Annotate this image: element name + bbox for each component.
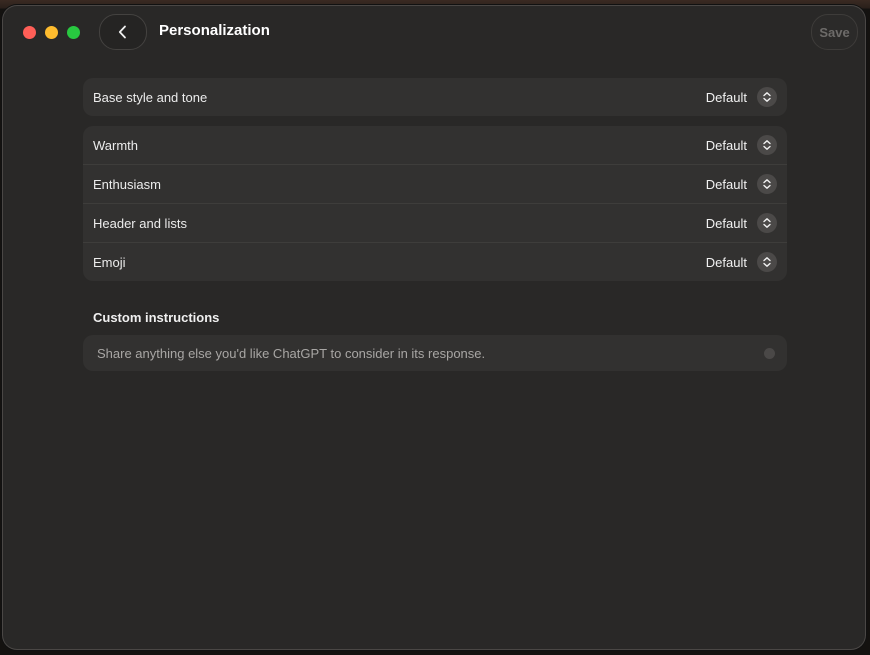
headers-lists-row[interactable]: Header and lists Default [83,203,787,242]
enthusiasm-label: Enthusiasm [93,176,161,192]
up-down-chevron-icon[interactable] [757,87,777,107]
emoji-value[interactable]: Default [706,255,747,270]
emoji-row[interactable]: Emoji Default [83,242,787,281]
base-style-value[interactable]: Default [706,90,747,105]
custom-instructions-field[interactable] [83,335,787,371]
warmth-row[interactable]: Warmth Default [83,126,787,164]
up-down-chevron-icon[interactable] [757,252,777,272]
custom-instructions-heading: Custom instructions [93,310,220,325]
base-style-group: Base style and tone Default [83,78,787,116]
emoji-label: Emoji [93,254,126,270]
chevron-left-icon [118,25,126,39]
characteristics-group: Warmth Default Enthusiasm Default Header… [83,126,787,281]
page-title: Personalization [159,22,270,39]
title-bar: Personalization Save [3,6,865,58]
enthusiasm-value[interactable]: Default [706,177,747,192]
custom-instructions-input[interactable] [95,344,764,362]
save-button[interactable]: Save [811,14,858,50]
warmth-value[interactable]: Default [706,138,747,153]
warmth-label: Warmth [93,137,139,153]
up-down-chevron-icon[interactable] [757,174,777,194]
enthusiasm-row[interactable]: Enthusiasm Default [83,164,787,203]
settings-window: Personalization Save Base style and tone… [3,6,865,649]
base-style-label: Base style and tone [93,89,208,105]
base-style-row[interactable]: Base style and tone Default [83,78,787,116]
headers-lists-value[interactable]: Default [706,216,747,231]
window-minimize-button[interactable] [45,26,58,39]
window-maximize-button[interactable] [67,26,80,39]
window-close-button[interactable] [23,26,36,39]
up-down-chevron-icon[interactable] [757,135,777,155]
back-button[interactable] [99,14,147,50]
up-down-chevron-icon[interactable] [757,213,777,233]
status-dot-icon [764,347,775,359]
headers-lists-label: Header and lists [93,215,187,231]
